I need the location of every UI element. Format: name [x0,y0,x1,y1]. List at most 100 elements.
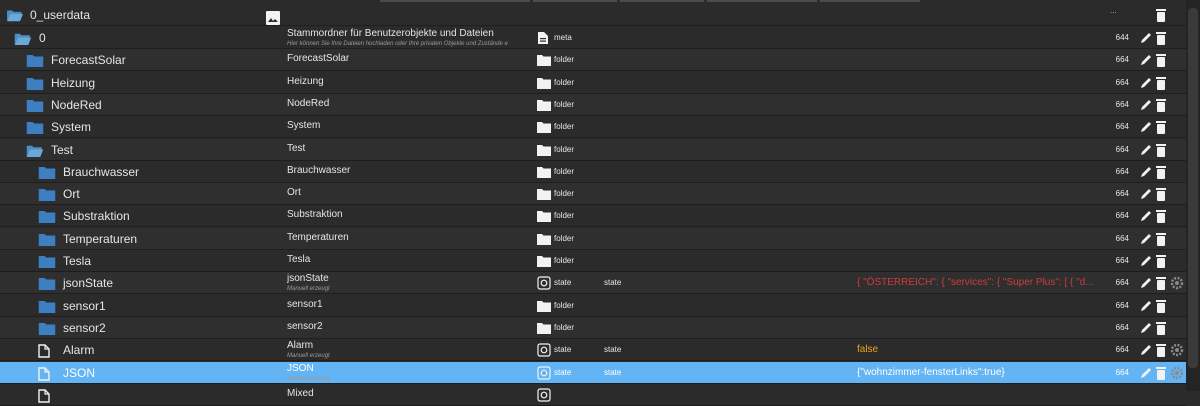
object-acl[interactable]: 644 [1109,27,1129,49]
tree-row[interactable]: sensor1 sensor1 folder 664 [0,295,1186,317]
edit-icon[interactable] [1139,299,1153,313]
edit-icon[interactable] [1139,232,1153,246]
folder-open-icon[interactable] [26,143,44,161]
folder-icon[interactable] [38,209,56,227]
object-acl[interactable]: 664 [1109,183,1129,205]
tree-row[interactable]: System System folder 664 [0,116,1186,139]
edit-icon[interactable] [1139,143,1153,157]
edit-icon[interactable] [1139,321,1153,335]
edit-icon[interactable] [1139,165,1153,179]
object-value[interactable]: false [857,339,1107,361]
gear-icon[interactable] [1170,366,1184,380]
object-name-cell[interactable]: sensor1 [287,295,537,317]
object-value[interactable] [857,49,1107,71]
object-value[interactable] [857,72,1107,94]
trash-icon[interactable] [1155,143,1169,157]
tree-row[interactable]: Ort Ort folder 664 [0,183,1186,206]
object-acl[interactable]: 664 [1109,116,1129,138]
tree-row[interactable]: Alarm Alarm Manuell erzeugt state state false… [0,339,1186,362]
tree-row[interactable]: Test Test folder 664 [0,138,1186,161]
object-name-cell[interactable]: ForecastSolar [287,49,537,71]
object-acl[interactable]: 664 [1109,362,1129,384]
tree-row[interactable]: Brauchwasser Brauchwasser folder 664 [0,161,1186,183]
tree-row[interactable]: NodeRed NodeRed folder 664 [0,93,1186,116]
trash-icon[interactable] [1155,254,1169,268]
trash-icon[interactable] [1155,232,1169,246]
object-name-cell[interactable]: Alarm Manuell erzeugt [287,339,537,361]
folder-icon[interactable] [26,120,44,138]
trash-icon[interactable] [1155,98,1169,112]
object-name-cell[interactable]: System [287,116,537,138]
edit-icon[interactable] [1139,76,1153,90]
object-acl[interactable]: 664 [1109,49,1129,71]
object-value[interactable] [857,250,1107,272]
tree-row[interactable]: Heizung Heizung folder 664 [0,72,1186,94]
edit-icon[interactable] [1139,209,1153,223]
object-acl[interactable]: 664 [1109,72,1129,94]
tree-row[interactable]: Substraktion Substraktion folder 664 [0,205,1186,228]
trash-icon[interactable] [1155,165,1169,179]
object-name-cell[interactable]: Temperaturen [287,228,537,250]
trash-icon[interactable] [1155,299,1169,313]
object-acl[interactable]: 664 [1109,317,1129,339]
trash-icon[interactable] [1155,187,1169,202]
object-acl[interactable]: 664 [1109,139,1129,161]
object-name-cell[interactable]: Mixed [287,384,537,406]
edit-icon[interactable] [1139,98,1153,112]
gear-icon[interactable] [1170,276,1184,290]
object-name-cell[interactable]: Test [287,139,537,161]
trash-icon[interactable] [1155,76,1169,90]
object-acl[interactable]: 664 [1109,161,1129,183]
object-name-cell[interactable]: Brauchwasser [287,161,537,183]
object-value[interactable]: { "ÖSTERREICH": { "services": { "Super P… [857,272,1107,294]
folder-icon[interactable] [38,232,56,250]
file-outline-icon[interactable] [38,366,50,384]
object-value[interactable] [857,161,1107,183]
object-value[interactable] [857,94,1107,116]
folder-icon[interactable] [26,76,44,94]
tree-row[interactable]: JSON JSON Manuell erzeugt state state {"wohnz… [0,361,1186,384]
object-acl[interactable]: 664 [1109,228,1129,250]
object-value[interactable] [857,27,1107,49]
edit-icon[interactable] [1139,276,1153,290]
object-value[interactable] [857,116,1107,138]
trash-icon[interactable] [1155,209,1169,224]
object-name-cell[interactable]: jsonState Manuell erzeugt [287,272,537,294]
file-outline-icon[interactable] [38,343,50,361]
folder-icon[interactable] [38,187,56,205]
trash-icon[interactable] [1155,31,1169,45]
object-name-cell[interactable]: Substraktion [287,205,537,227]
trash-icon[interactable] [1155,120,1169,135]
folder-icon[interactable] [26,98,44,116]
object-acl[interactable]: 664 [1109,272,1129,294]
edit-icon[interactable] [1139,120,1153,134]
folder-open-icon[interactable] [14,31,32,49]
object-value[interactable] [857,384,1107,406]
trash-icon[interactable] [1155,366,1169,380]
trash-icon[interactable] [1155,53,1169,68]
folder-icon[interactable] [26,53,44,71]
object-value[interactable]: {"wohnzimmer-fensterLinks":true} [857,362,1107,384]
trash-icon[interactable] [1155,276,1169,291]
edit-icon[interactable] [1139,53,1153,67]
tree-row[interactable]: sensor2 sensor2 folder 664 [0,316,1186,339]
folder-icon[interactable] [38,254,56,272]
object-name-cell[interactable]: NodeRed [287,94,537,116]
gear-icon[interactable] [1170,343,1184,357]
folder-icon[interactable] [38,276,56,294]
tree-row[interactable]: ForecastSolar ForecastSolar folder 664 [0,49,1186,72]
folder-icon[interactable] [38,165,56,183]
trash-icon[interactable] [1155,343,1169,358]
tree-row[interactable]: Tesla Tesla folder 664 [0,250,1186,272]
object-name-cell[interactable]: Ort [287,183,537,205]
object-value[interactable] [857,183,1107,205]
scrollbar-thumb[interactable] [1188,8,1198,368]
trash-icon[interactable] [1155,321,1169,335]
file-outline-icon[interactable] [38,388,50,406]
edit-icon[interactable] [1139,254,1153,268]
tree-row[interactable]: Temperaturen Temperaturen folder 664 [0,227,1186,250]
edit-icon[interactable] [1139,343,1153,357]
tree-row[interactable]: jsonState jsonState Manuell erzeugt state st… [0,272,1186,295]
object-acl[interactable]: 664 [1109,205,1129,227]
object-value[interactable] [857,228,1107,250]
